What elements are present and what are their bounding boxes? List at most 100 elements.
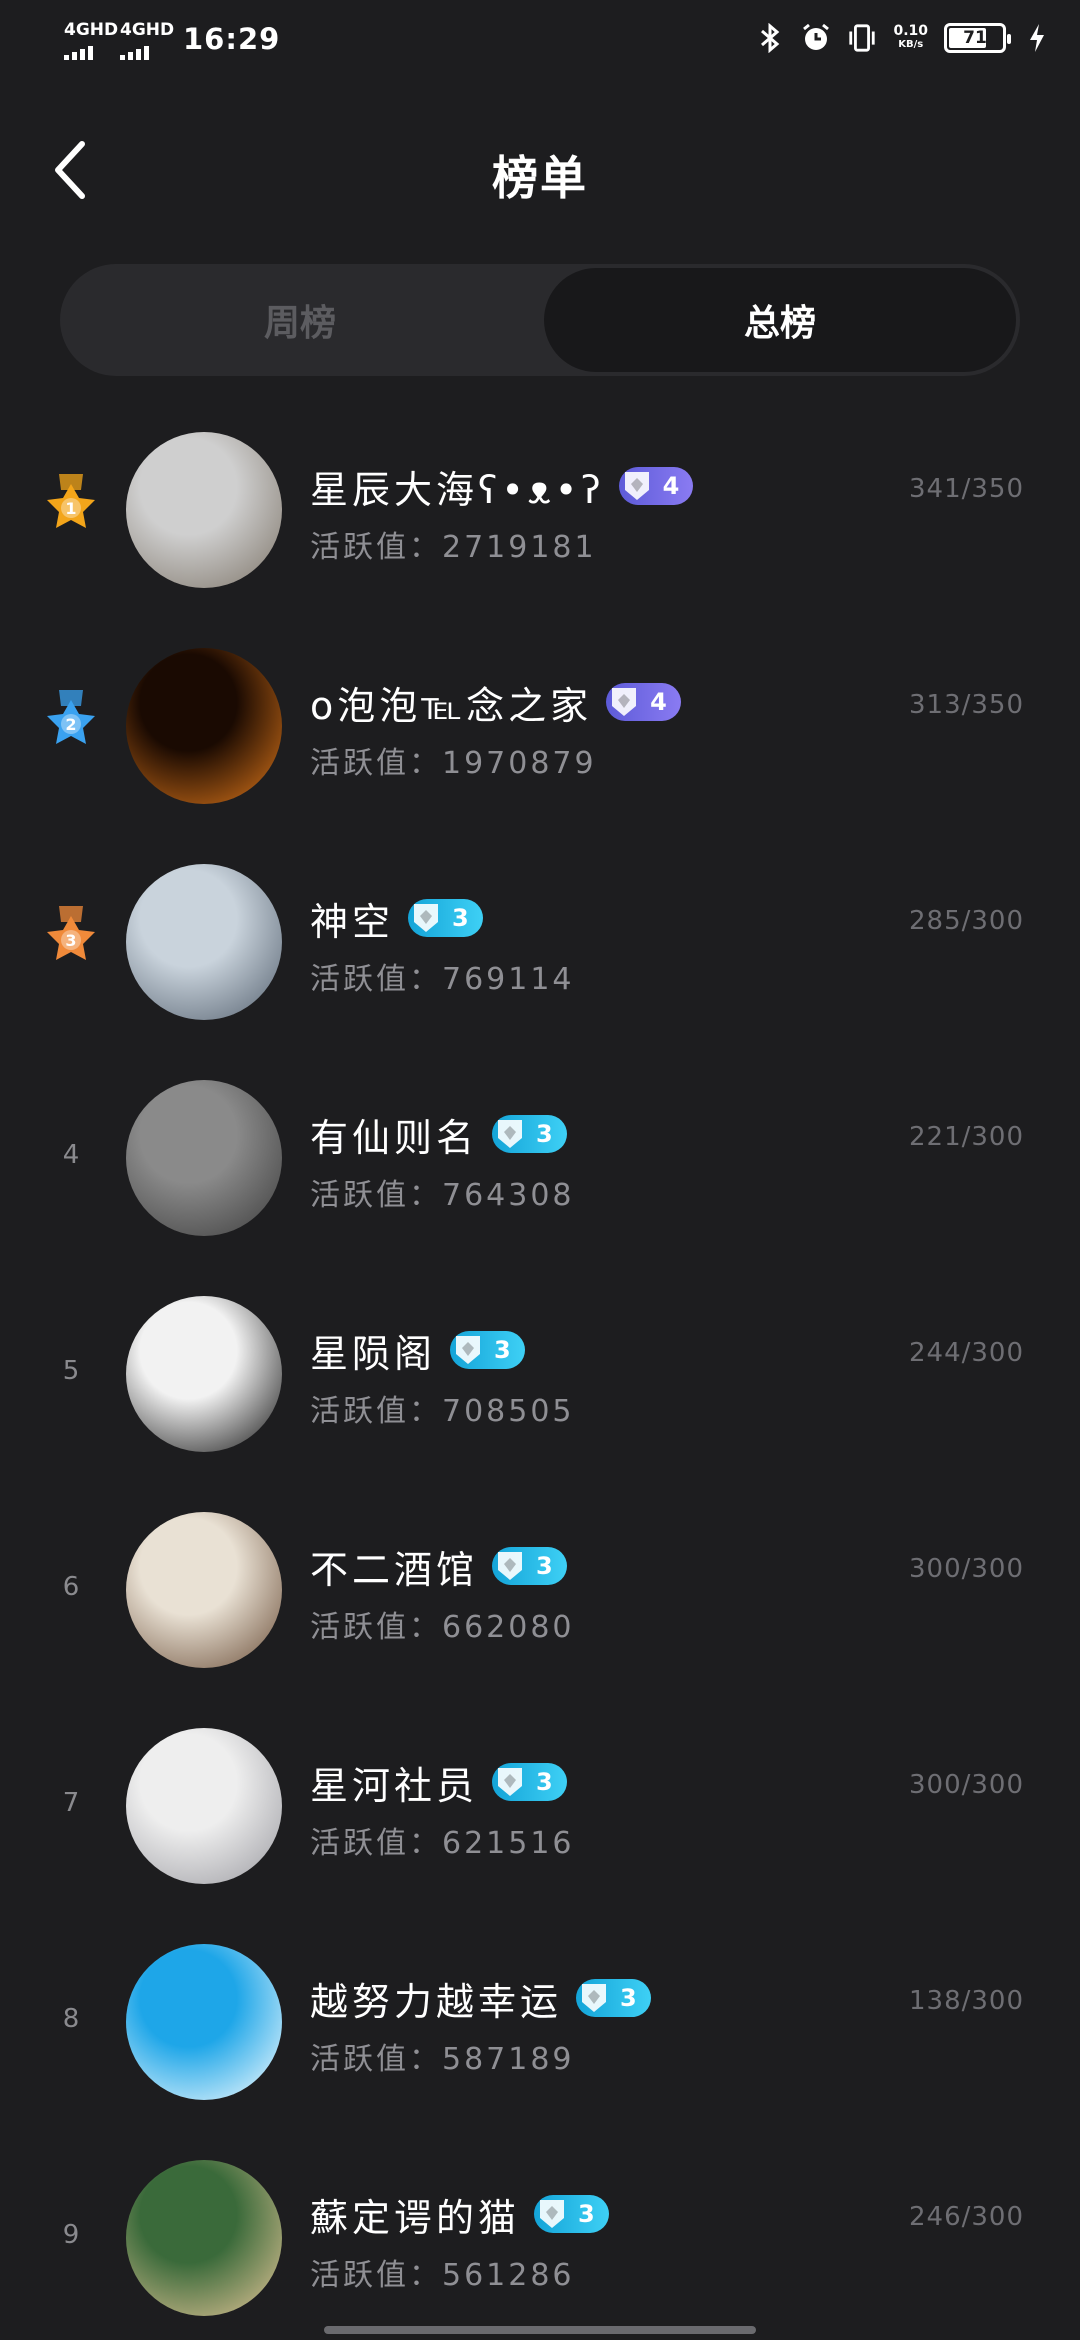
medal-bronze-icon: 3 [36, 904, 106, 974]
header: 榜单 [0, 120, 1080, 220]
progress-count: 341/350 [908, 474, 1024, 504]
user-name: 星辰大海ʕ•ᴥ•ʔ [310, 467, 605, 512]
level-number: 3 [452, 904, 469, 932]
activity-label: 活跃值： [310, 530, 442, 565]
tab-weekly[interactable]: 周榜 [64, 268, 536, 372]
avatar[interactable] [126, 1944, 282, 2100]
list-item-rank-9[interactable]: 9 蘇定谔的猫 3 活跃值：561286 246/300 [0, 2156, 1080, 2340]
user-name: 蘇定谔的猫 [310, 2195, 521, 2240]
battery-level: 71 [963, 28, 987, 48]
activity-value: 活跃值：662080 [310, 1602, 575, 1646]
level-badge: 3 [408, 899, 483, 937]
list-item-rank-5[interactable]: 5 星陨阁 3 活跃值：708505 244/300 [0, 1292, 1080, 1508]
level-badge: 3 [534, 2195, 609, 2233]
rank-number: 4 [62, 1140, 80, 1170]
shield-icon [412, 902, 440, 934]
avatar[interactable] [126, 864, 282, 1020]
activity-number: 621516 [442, 1826, 575, 1861]
alarm-icon [801, 22, 831, 54]
progress-count: 138/300 [908, 1986, 1024, 2016]
rank-number: 8 [62, 2004, 80, 2034]
progress-count: 221/300 [908, 1122, 1024, 1152]
level-badge: 3 [576, 1979, 651, 2017]
home-indicator[interactable] [324, 2326, 756, 2334]
list-item-rank-8[interactable]: 8 越努力越幸运 3 活跃值：587189 138/300 [0, 1940, 1080, 2156]
signal-1-label: 4GHD [64, 20, 119, 40]
ranking-tabs: 周榜 总榜 [60, 264, 1020, 376]
activity-value: 活跃值：764308 [310, 1170, 575, 1214]
user-name: 不二酒馆 [310, 1547, 479, 1592]
avatar[interactable] [126, 1080, 282, 1236]
shield-icon [454, 1334, 482, 1366]
list-item-rank-2[interactable]: 2 o泡泡℡念之家 4 活跃值：1970879 313/350 [0, 644, 1080, 860]
cellular-signal-2: 4GHD [120, 20, 174, 60]
rank-number: 7 [62, 1788, 80, 1818]
shield-icon [610, 686, 638, 718]
activity-value: 活跃值：1970879 [310, 738, 597, 782]
shield-icon [496, 1550, 524, 1582]
shield-icon [496, 1118, 524, 1150]
avatar[interactable] [126, 432, 282, 588]
activity-number: 708505 [442, 1394, 575, 1429]
level-number: 3 [620, 1984, 637, 2012]
list-item-rank-1[interactable]: 1 星辰大海ʕ•ᴥ•ʔ 4 活跃值：2719181 341/350 [0, 428, 1080, 644]
progress-count: 246/300 [908, 2202, 1024, 2232]
shield-icon [496, 1766, 524, 1798]
list-item-rank-7[interactable]: 7 星河社员 3 活跃值：621516 300/300 [0, 1724, 1080, 1940]
activity-value: 活跃值：708505 [310, 1386, 575, 1430]
activity-value: 活跃值：621516 [310, 1818, 575, 1862]
avatar[interactable] [126, 1296, 282, 1452]
charging-icon [1022, 22, 1052, 54]
level-number: 3 [536, 1768, 553, 1796]
list-item-rank-4[interactable]: 4 有仙则名 3 活跃值：764308 221/300 [0, 1076, 1080, 1292]
svg-text:2: 2 [65, 715, 76, 734]
user-name: 星河社员 [310, 1763, 479, 1808]
ranking-list: 1 星辰大海ʕ•ᴥ•ʔ 4 活跃值：2719181 341/350 2 o泡泡℡… [0, 428, 1080, 2340]
level-badge: 4 [606, 683, 681, 721]
progress-count: 300/300 [908, 1554, 1024, 1584]
rank-number: 6 [62, 1572, 80, 1602]
activity-label: 活跃值： [310, 2258, 442, 2293]
progress-count: 285/300 [908, 906, 1024, 936]
avatar[interactable] [126, 1728, 282, 1884]
tab-total[interactable]: 总榜 [544, 268, 1016, 372]
activity-value: 活跃值：587189 [310, 2034, 575, 2078]
status-time: 16:29 [183, 22, 281, 56]
level-badge: 3 [450, 1331, 525, 1369]
avatar[interactable] [126, 1512, 282, 1668]
activity-label: 活跃值： [310, 746, 442, 781]
level-number: 3 [578, 2200, 595, 2228]
user-name: 有仙则名 [310, 1115, 479, 1160]
activity-number: 587189 [442, 2042, 575, 2077]
level-badge: 3 [492, 1763, 567, 1801]
activity-label: 活跃值： [310, 1394, 442, 1429]
activity-value: 活跃值：2719181 [310, 522, 597, 566]
level-number: 3 [494, 1336, 511, 1364]
shield-icon [623, 470, 651, 502]
activity-label: 活跃值： [310, 1178, 442, 1213]
progress-count: 313/350 [908, 690, 1024, 720]
user-name: o泡泡℡念之家 [310, 683, 593, 728]
activity-number: 769114 [442, 962, 575, 997]
page-title: 榜单 [492, 151, 588, 205]
list-item-rank-6[interactable]: 6 不二酒馆 3 活跃值：662080 300/300 [0, 1508, 1080, 1724]
level-number: 3 [536, 1552, 553, 1580]
avatar[interactable] [126, 2160, 282, 2316]
user-name: 神空 [310, 899, 395, 944]
network-speed: 0.10 KB/s [893, 23, 928, 50]
list-item-rank-3[interactable]: 3 神空 3 活跃值：769114 285/300 [0, 860, 1080, 1076]
activity-label: 活跃值： [310, 962, 442, 997]
rank-number: 9 [62, 2220, 80, 2250]
activity-number: 2719181 [442, 530, 597, 565]
user-name: 越努力越幸运 [310, 1979, 563, 2024]
rank-number: 5 [62, 1356, 80, 1386]
level-badge: 4 [618, 467, 694, 505]
shield-icon [580, 1982, 608, 2014]
activity-number: 662080 [442, 1610, 575, 1645]
activity-value: 活跃值：769114 [310, 954, 575, 998]
avatar[interactable] [126, 648, 282, 804]
svg-text:1: 1 [65, 499, 76, 518]
medal-gold-icon: 1 [36, 472, 106, 542]
level-number: 3 [536, 1120, 553, 1148]
status-bar: 4GHD 4GHD 16:29 0.10 KB/s 71 [0, 0, 1080, 80]
